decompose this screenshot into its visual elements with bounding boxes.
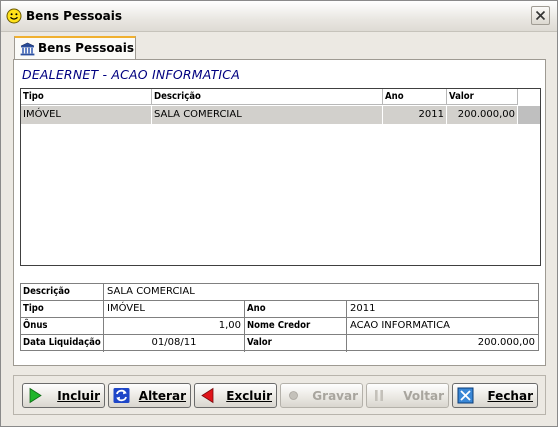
ano-label: Ano xyxy=(245,301,347,318)
data-liquidacao-field[interactable]: 01/08/11 xyxy=(104,335,245,352)
valor-label: Valor xyxy=(245,335,347,352)
column-header-valor[interactable]: Valor xyxy=(447,89,518,105)
main-panel: DEALERNET - ACAO INFORMATICA Tipo Descri… xyxy=(13,59,546,366)
title-bar[interactable]: Bens Pessoais xyxy=(1,1,557,32)
gravar-button[interactable]: Gravar xyxy=(280,383,363,408)
nome-credor-field[interactable]: ACAO INFORMATICA xyxy=(347,318,538,335)
data-liquidacao-label: Data Liquidação xyxy=(21,335,104,352)
excluir-label: Excluir xyxy=(226,389,272,403)
column-header-tipo[interactable]: Tipo xyxy=(21,89,152,105)
tipo-label: Tipo xyxy=(21,301,104,318)
onus-label: Ônus xyxy=(21,318,104,335)
grid-header: Tipo Descrição Ano Valor xyxy=(21,89,518,106)
table-row[interactable]: IMÓVEL SALA COMERCIAL 2011 200.000,00 xyxy=(21,106,518,124)
details-form: Descrição SALA COMERCIAL Tipo IMÓVEL Ano… xyxy=(20,283,539,352)
column-header-ano[interactable]: Ano xyxy=(383,89,447,105)
incluir-button[interactable]: Incluir xyxy=(22,383,105,408)
valor-field[interactable]: 200.000,00 xyxy=(347,335,538,352)
cell-valor: 200.000,00 xyxy=(447,106,518,124)
close-icon xyxy=(535,10,546,21)
bens-pessoais-window: Bens Pessoais Bens Pessoais DEALERNET - … xyxy=(0,0,558,427)
action-toolbar: Incluir Alterar Excluir Gravar Voltar Fe… xyxy=(13,375,546,415)
close-button[interactable] xyxy=(531,6,550,25)
tab-bens-pessoais[interactable]: Bens Pessoais xyxy=(14,36,136,60)
cell-tipo: IMÓVEL xyxy=(21,106,152,124)
column-header-descricao[interactable]: Descrição xyxy=(152,89,383,105)
excluir-button[interactable]: Excluir xyxy=(194,383,277,408)
assets-grid[interactable]: Tipo Descrição Ano Valor IMÓVEL SALA COM… xyxy=(20,88,541,266)
fechar-button[interactable]: Fechar xyxy=(452,383,538,408)
cell-descricao: SALA COMERCIAL xyxy=(152,106,383,124)
descricao-field[interactable]: SALA COMERCIAL xyxy=(104,284,538,301)
cell-ano: 2011 xyxy=(383,106,447,124)
gravar-label: Gravar xyxy=(312,389,358,403)
tipo-field[interactable]: IMÓVEL xyxy=(104,301,245,318)
ano-field[interactable]: 2011 xyxy=(347,301,538,318)
onus-field[interactable]: 1,00 xyxy=(104,318,245,335)
alterar-label: Alterar xyxy=(138,389,186,403)
voltar-button[interactable]: Voltar xyxy=(366,383,449,408)
fechar-label: Fechar xyxy=(487,389,533,403)
alterar-button[interactable]: Alterar xyxy=(108,383,191,408)
descricao-label: Descrição xyxy=(21,284,104,301)
voltar-label: Voltar xyxy=(403,389,444,403)
tab-label: Bens Pessoais xyxy=(38,41,134,55)
incluir-label: Incluir xyxy=(57,389,100,403)
row-filler xyxy=(518,106,540,124)
bank-icon xyxy=(20,42,35,56)
window-title: Bens Pessoais xyxy=(26,9,122,23)
nome-credor-label: Nome Credor xyxy=(245,318,347,335)
smiley-icon xyxy=(6,8,22,24)
company-name: DEALERNET - ACAO INFORMATICA xyxy=(22,67,240,82)
